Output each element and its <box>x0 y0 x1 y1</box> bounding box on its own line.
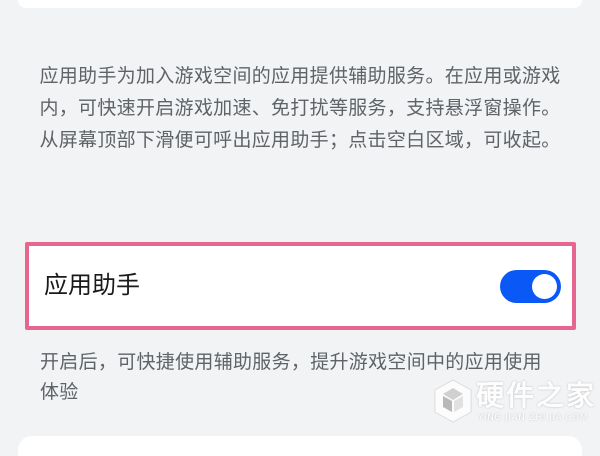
highlighted-setting-frame: 应用助手 <box>25 242 576 330</box>
assistant-description: 应用助手为加入游戏空间的应用提供辅助服务。在应用或游戏内，可快速开启游戏加速、免… <box>39 65 561 151</box>
app-assistant-toggle[interactable] <box>500 270 561 303</box>
app-assistant-label: 应用助手 <box>44 271 140 299</box>
app-assistant-setting-row[interactable]: 应用助手 <box>29 246 572 326</box>
previous-card-edge <box>18 0 582 8</box>
cube-logo-icon <box>434 379 472 423</box>
watermark: 硬件之家 YING JIAN ZHI JIA.COM <box>432 378 594 430</box>
toggle-knob <box>532 274 557 299</box>
next-card-edge <box>18 436 582 456</box>
watermark-subtitle: YING JIAN ZHI JIA.COM <box>478 413 589 423</box>
watermark-brand: 硬件之家 <box>476 379 597 412</box>
